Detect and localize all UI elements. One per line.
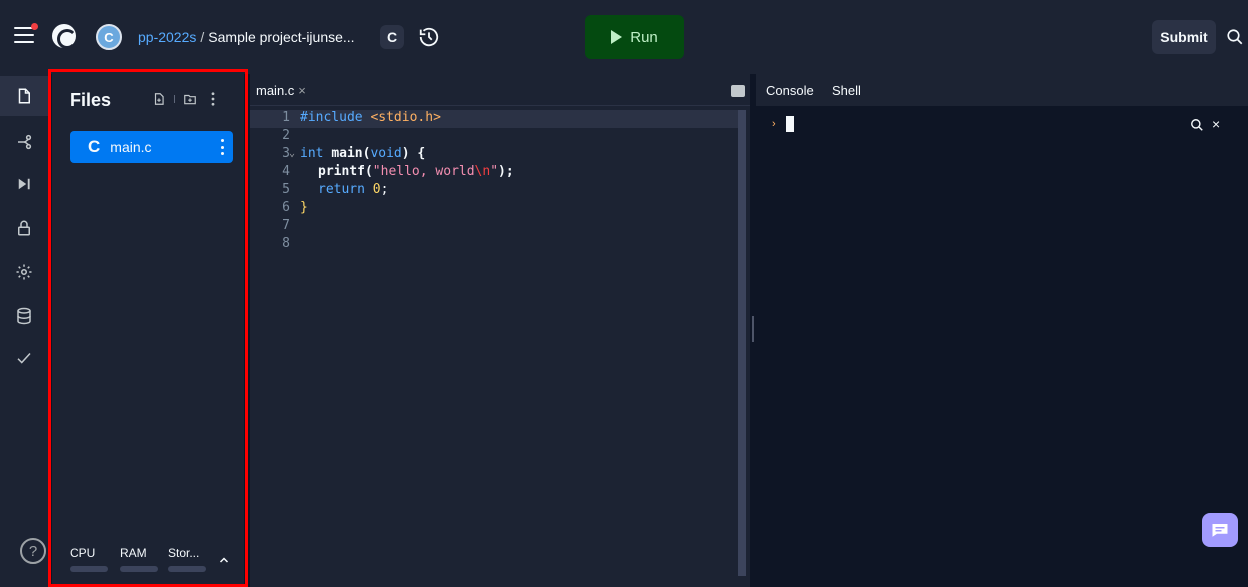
tool-rail: ?	[0, 74, 48, 587]
checkmark-icon	[17, 352, 31, 364]
step-icon	[18, 178, 30, 190]
editor-scrollbar[interactable]	[738, 110, 746, 576]
breadcrumb-project[interactable]: Sample project-ijunse...	[208, 29, 354, 45]
console-tab-bar: Console Shell	[756, 74, 1248, 106]
replit-workspace: C pp-2022s / Sample project-ijunse... C Ru…	[0, 0, 1248, 587]
console-cursor[interactable]	[786, 116, 794, 132]
git-branch-icon	[18, 134, 32, 150]
help-button[interactable]: ?	[20, 538, 46, 564]
search-icon[interactable]	[1190, 118, 1204, 132]
gear-icon	[16, 264, 32, 280]
code-line: 4 printf("hello, world\n");	[282, 164, 514, 179]
breadcrumb: pp-2022s / Sample project-ijunse...	[138, 29, 355, 45]
code-line: 3 ⌄ int main(void) {	[282, 146, 426, 161]
breadcrumb-separator: /	[200, 29, 205, 45]
fold-chevron-icon[interactable]: ⌄	[289, 148, 295, 159]
submit-button[interactable]: Submit	[1152, 20, 1216, 54]
console-prompt: ›	[772, 118, 776, 130]
chat-icon	[1212, 524, 1228, 537]
replit-logo-icon[interactable]	[52, 24, 77, 49]
code-line: 1 #include <stdio.h>	[250, 110, 738, 128]
editor-tab-bar: main.c ×	[250, 74, 750, 106]
run-button[interactable]: Run	[585, 15, 684, 59]
play-icon	[611, 30, 623, 44]
highlight-box	[48, 69, 248, 587]
secrets-tool[interactable]	[0, 208, 48, 248]
language-badge[interactable]: C	[380, 25, 404, 49]
code-editor: main.c × 1 #include <stdio.h> 2 3 ⌄ int main…	[250, 74, 750, 587]
avatar[interactable]: C	[96, 24, 122, 50]
code-line: 2	[282, 128, 290, 143]
settings-tool[interactable]	[0, 252, 48, 292]
top-bar: C pp-2022s / Sample project-ijunse... C Ru…	[0, 0, 1248, 74]
pane-resize-handle[interactable]	[752, 316, 754, 342]
database-icon	[17, 307, 31, 325]
tab-console[interactable]: Console	[766, 83, 814, 98]
search-icon[interactable]	[1226, 28, 1244, 46]
git-tool[interactable]	[0, 122, 48, 162]
menu-icon[interactable]	[14, 23, 38, 43]
console-pane: Console Shell › ×	[756, 74, 1248, 587]
code-line: 7	[282, 218, 290, 233]
file-icon	[18, 88, 30, 104]
code-line: 6}	[282, 200, 308, 215]
checks-tool[interactable]	[0, 338, 48, 378]
code-line: 5 return 0;	[282, 182, 389, 197]
tab-main-c[interactable]: main.c ×	[256, 83, 306, 98]
code-area[interactable]: 1 #include <stdio.h> 2 3 ⌄ int main(void) {…	[250, 110, 738, 254]
notification-dot	[31, 23, 38, 30]
database-tool[interactable]	[0, 296, 48, 336]
tab-shell[interactable]: Shell	[832, 83, 861, 98]
close-icon[interactable]: ×	[1212, 116, 1220, 132]
lock-icon	[18, 220, 30, 236]
close-tab-icon[interactable]: ×	[298, 83, 306, 98]
debugger-tool[interactable]	[0, 164, 48, 204]
history-icon[interactable]	[418, 26, 440, 48]
editor-options-icon[interactable]	[731, 85, 745, 97]
files-tool[interactable]	[0, 76, 48, 116]
code-line: 8	[282, 236, 290, 251]
feedback-button[interactable]	[1202, 513, 1238, 547]
breadcrumb-owner[interactable]: pp-2022s	[138, 29, 196, 45]
